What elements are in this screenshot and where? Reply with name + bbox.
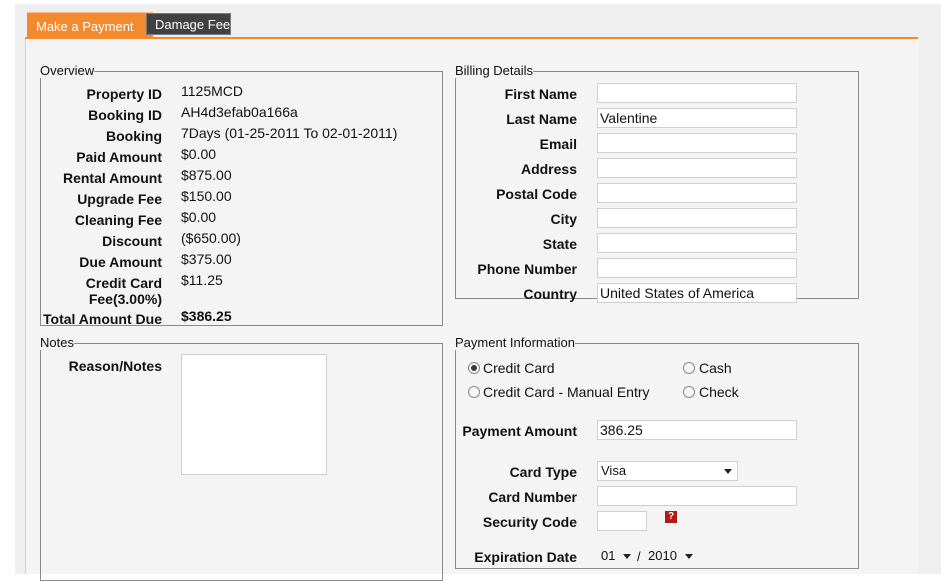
- tab-make-a-payment[interactable]: Make a Payment: [27, 12, 153, 38]
- city-input[interactable]: [597, 208, 797, 228]
- card-type-select[interactable]: Visa: [597, 461, 738, 481]
- email-label: Email: [539, 136, 577, 152]
- booking-id-label: Booking ID: [88, 107, 162, 123]
- reason-notes-label: Reason/Notes: [68, 358, 162, 374]
- overview-legend: Overview: [40, 63, 95, 78]
- paid-amount-value: $0.00: [181, 146, 217, 162]
- security-code-label: Security Code: [482, 514, 577, 530]
- credit-card-radio[interactable]: [468, 362, 480, 374]
- cash-radio-label: Cash: [699, 360, 732, 376]
- address-input[interactable]: [597, 158, 797, 178]
- state-input[interactable]: [597, 233, 797, 253]
- total-amount-due-value: $386.25: [181, 308, 232, 324]
- credit-card-radio-label: Credit Card: [483, 360, 555, 376]
- expiration-month-select[interactable]: 01: [597, 546, 637, 566]
- booking-id-value: AH4d3efab0a166a: [181, 104, 298, 120]
- payment-form-panel: Overview Property ID 1125MCD Booking ID …: [25, 39, 919, 581]
- total-amount-due-label: Total Amount Due: [43, 311, 162, 327]
- card-number-label: Card Number: [488, 489, 577, 505]
- last-name-label: Last Name: [506, 111, 577, 127]
- email-input[interactable]: [597, 133, 797, 153]
- country-input[interactable]: [597, 283, 797, 303]
- property-id-value: 1125MCD: [181, 83, 243, 99]
- due-amount-value: $375.00: [181, 251, 232, 267]
- credit-card-manual-entry-radio[interactable]: [468, 386, 480, 398]
- expiration-year-value: 2010: [648, 548, 677, 563]
- card-type-value: Visa: [601, 463, 627, 478]
- expiration-year-select[interactable]: 2010: [644, 546, 699, 566]
- booking-value: 7Days (01-25-2011 To 02-01-2011): [181, 125, 398, 141]
- city-label: City: [550, 211, 577, 227]
- upgrade-fee-label: Upgrade Fee: [77, 191, 162, 207]
- cleaning-fee-value: $0.00: [181, 209, 217, 225]
- cash-radio[interactable]: [683, 362, 695, 374]
- upgrade-fee-value: $150.00: [181, 188, 232, 204]
- credit-card-fee-percent-label: Fee(3.00%): [88, 291, 162, 307]
- check-radio[interactable]: [683, 386, 695, 398]
- discount-label: Discount: [102, 233, 162, 249]
- discount-value: ($650.00): [181, 230, 241, 246]
- address-label: Address: [520, 161, 577, 177]
- country-label: Country: [523, 286, 577, 302]
- paid-amount-label: Paid Amount: [76, 149, 162, 165]
- first-name-label: First Name: [504, 86, 577, 102]
- postal-code-input[interactable]: [597, 183, 797, 203]
- tab-damage-fee[interactable]: Damage Fee: [146, 13, 231, 35]
- property-id-label: Property ID: [86, 86, 162, 102]
- chevron-down-icon: [724, 469, 732, 474]
- expiration-date-label: Expiration Date: [474, 549, 577, 565]
- card-number-input[interactable]: [597, 486, 797, 506]
- help-icon[interactable]: ?: [665, 511, 677, 523]
- first-name-input[interactable]: [597, 83, 797, 103]
- due-amount-label: Due Amount: [79, 254, 162, 270]
- postal-code-label: Postal Code: [496, 186, 577, 202]
- card-type-label: Card Type: [509, 464, 577, 480]
- reason-notes-input[interactable]: [181, 354, 327, 475]
- last-name-input[interactable]: [597, 108, 797, 128]
- chevron-down-icon: [685, 554, 693, 559]
- state-label: State: [542, 236, 577, 252]
- booking-label: Booking: [106, 128, 162, 144]
- billing-details-legend: Billing Details: [455, 63, 534, 78]
- security-code-input[interactable]: [597, 511, 647, 531]
- credit-card-fee-label: Credit Card: [85, 275, 162, 291]
- rental-amount-value: $875.00: [181, 167, 232, 183]
- check-radio-label: Check: [699, 384, 739, 400]
- notes-legend: Notes: [40, 335, 74, 350]
- phone-number-label: Phone Number: [477, 261, 577, 277]
- chevron-down-icon: [623, 554, 631, 559]
- credit-card-fee-value: $11.25: [181, 272, 223, 288]
- cleaning-fee-label: Cleaning Fee: [74, 212, 162, 228]
- payment-window: Make a Payment Damage Fee Overview Prope…: [15, 4, 941, 581]
- payment-amount-input[interactable]: [597, 420, 797, 440]
- expiration-separator: /: [637, 549, 641, 564]
- phone-number-input[interactable]: [597, 258, 797, 278]
- payment-amount-label: Payment Amount: [462, 423, 577, 439]
- credit-card-manual-entry-radio-label: Credit Card - Manual Entry: [483, 384, 650, 400]
- payment-information-legend: Payment Information: [455, 335, 575, 350]
- expiration-month-value: 01: [601, 548, 616, 563]
- rental-amount-label: Rental Amount: [62, 170, 162, 186]
